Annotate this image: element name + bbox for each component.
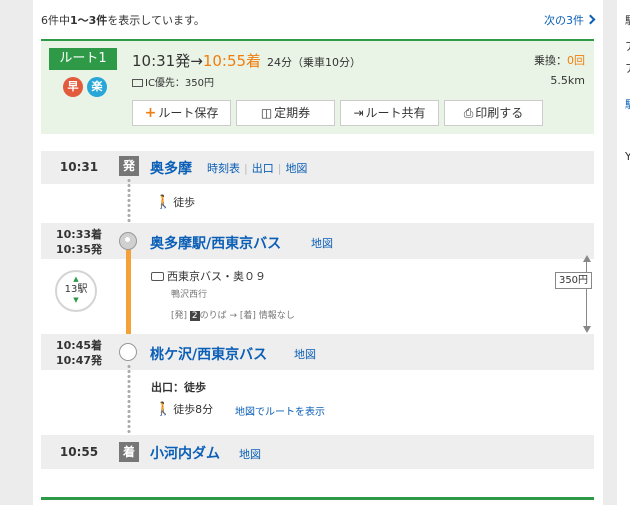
comfort-icon: 楽 — [87, 77, 107, 97]
transfer-count: 乗換：0回 — [534, 54, 585, 67]
distance: 5.5km — [550, 74, 585, 87]
next-route-card-edge — [41, 497, 594, 500]
station-name[interactable]: 奥多摩 — [150, 158, 192, 178]
fare-arrow-down — [583, 326, 591, 333]
map-link[interactable]: 地図 — [311, 235, 333, 251]
walk-segment: 🚶 徒歩8分 — [155, 402, 214, 417]
result-count: 6件中1～3件を表示しています。 — [41, 14, 205, 27]
arrival-tag: 着 — [119, 442, 139, 462]
transfer-node — [119, 232, 137, 250]
station-name[interactable]: 桃ケ沢/西東京バス — [150, 344, 267, 364]
platform-info: [発] 2 のりば → [着] 情報なし — [171, 311, 295, 321]
sidebar-heading: Y — [625, 150, 630, 163]
stop-count-indicator[interactable]: ▲ 13駅 ▼ — [55, 270, 97, 312]
pass-icon: ◫ — [260, 106, 273, 120]
map-link[interactable]: 地図 — [285, 162, 307, 175]
share-route-button[interactable]: ⇥ ルート共有 — [340, 100, 439, 126]
result-count-bar: 6件中1～3件を表示しています。 次の3件 — [41, 12, 596, 28]
walk-icon: 🚶 — [155, 195, 172, 210]
duration: 24分（乗車10分） — [267, 56, 362, 69]
sidebar-link[interactable]: 駅 — [625, 96, 630, 112]
timetable-link[interactable]: 時刻表 — [207, 162, 240, 175]
arrival-time: 10:55着 — [202, 52, 262, 70]
bus-icon — [151, 272, 164, 281]
stop-node — [119, 343, 137, 361]
print-icon: ⎙ — [463, 106, 474, 120]
station-arrival-time: 10:33着 — [55, 228, 102, 241]
show-route-map-link[interactable]: 地図でルートを表示 — [235, 403, 325, 418]
departure-tag: 発 — [119, 156, 139, 176]
sidebar-text: ア — [625, 60, 630, 76]
commuter-pass-button[interactable]: ◫ 定期券 — [236, 100, 335, 126]
fast-icon: 早 — [63, 77, 83, 97]
sidebar-text: 駅 — [625, 12, 630, 28]
map-link[interactable]: 地図 — [239, 446, 261, 462]
station-name[interactable]: 奥多摩駅/西東京バス — [150, 233, 281, 253]
station-name[interactable]: 小河内ダム — [150, 443, 220, 463]
print-button[interactable]: ⎙ 印刷する — [444, 100, 543, 126]
fare-label: 350円 — [555, 272, 592, 289]
sidebar-text: ア — [625, 38, 630, 54]
exit-link[interactable]: 出口 — [252, 162, 274, 175]
ic-fare: IC優先：350円 — [132, 74, 214, 89]
walk-segment: 🚶 徒歩 — [155, 195, 196, 210]
right-sidebar: 駅 ア ア 駅 Y — [617, 0, 630, 505]
share-icon: ⇥ — [353, 106, 364, 120]
walk-path-line — [127, 364, 131, 441]
bus-line: 西東京バス・奥０９ — [151, 268, 266, 284]
bus-direction: 鴨沢西行 — [171, 290, 208, 300]
station-departure-time: 10:35発 — [55, 243, 102, 256]
station-links: 時刻表 | 出口 | 地図 — [207, 162, 308, 175]
station-departure-time: 10:47発 — [55, 354, 102, 367]
station-time: 10:31 — [59, 160, 99, 174]
plus-icon: + — [144, 105, 157, 121]
save-route-button[interactable]: + ルート保存 — [132, 100, 231, 126]
next-results-link[interactable]: 次の3件 — [544, 12, 596, 28]
route-badge: ルート1 — [49, 48, 117, 70]
walk-icon: 🚶 — [155, 402, 172, 417]
station-arrival-time: 10:45着 — [55, 339, 102, 352]
chevron-right-icon — [585, 14, 596, 25]
route-summary-card: ルート1 早 楽 10:31発→10:55着 24分（乗車10分） IC優先：35… — [41, 39, 594, 134]
fare-arrow-up — [583, 255, 591, 262]
map-link[interactable]: 地図 — [294, 346, 316, 362]
exit-label: 出口：徒歩 — [151, 381, 206, 394]
chevron-down-icon: ▼ — [73, 296, 79, 304]
chevron-up-icon: ▲ — [73, 275, 79, 283]
station-time: 10:55 — [59, 445, 99, 459]
ic-card-icon — [132, 79, 143, 87]
route-times: 10:31発→10:55着 24分（乗車10分） — [132, 52, 362, 70]
departure-time: 10:31発 — [132, 52, 191, 70]
